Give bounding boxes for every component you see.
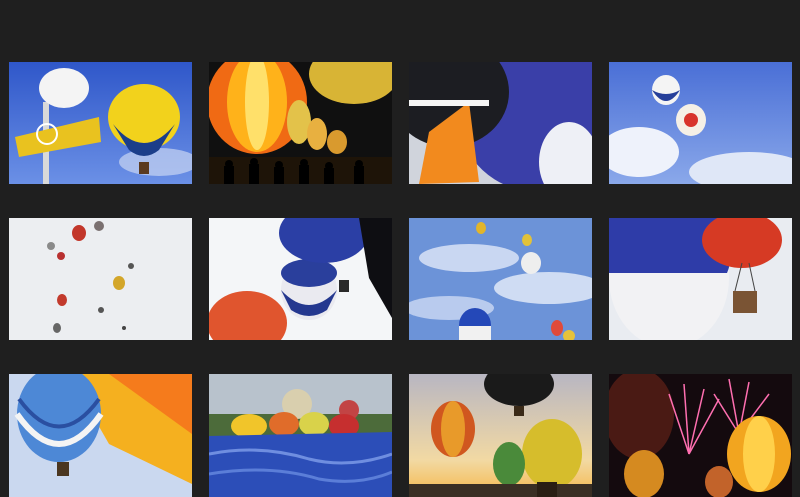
thumbnail-11[interactable]	[409, 374, 592, 497]
thumbnail-5[interactable]	[9, 218, 192, 340]
night-glow-balloons-crowd-photo	[209, 62, 392, 184]
large-blue-sponsor-balloon-photo	[409, 62, 592, 184]
blue-striped-and-yellow-balloons-photo	[9, 374, 192, 497]
thumbnail-10[interactable]	[209, 374, 392, 497]
thumbnail-3[interactable]	[409, 62, 592, 184]
balloons-fireworks-night-photo	[609, 374, 792, 497]
photo-gallery-grid	[0, 0, 800, 497]
red-and-blue-white-balloons-photo	[209, 218, 392, 340]
blue-white-balloon-red-balloon-basket-photo	[609, 218, 792, 340]
thumbnail-2[interactable]	[209, 62, 392, 184]
thumbnail-7[interactable]	[409, 218, 592, 340]
thumbnail-9[interactable]	[9, 374, 192, 497]
balloons-cloudy-blue-sky-photo	[409, 218, 592, 340]
balloon-with-sign-pole-photo	[9, 62, 192, 184]
many-balloons-white-sky-photo	[9, 218, 192, 340]
thumbnail-12[interactable]	[609, 374, 792, 497]
balloons-sunset-silhouette-photo	[409, 374, 592, 497]
thumbnail-1[interactable]	[9, 62, 192, 184]
thumbnail-4[interactable]	[609, 62, 792, 184]
balloons-inflating-on-field-photo	[209, 374, 392, 497]
thumbnail-6[interactable]	[209, 218, 392, 340]
thumbnail-8[interactable]	[609, 218, 792, 340]
two-balloons-blue-sky-photo	[609, 62, 792, 184]
